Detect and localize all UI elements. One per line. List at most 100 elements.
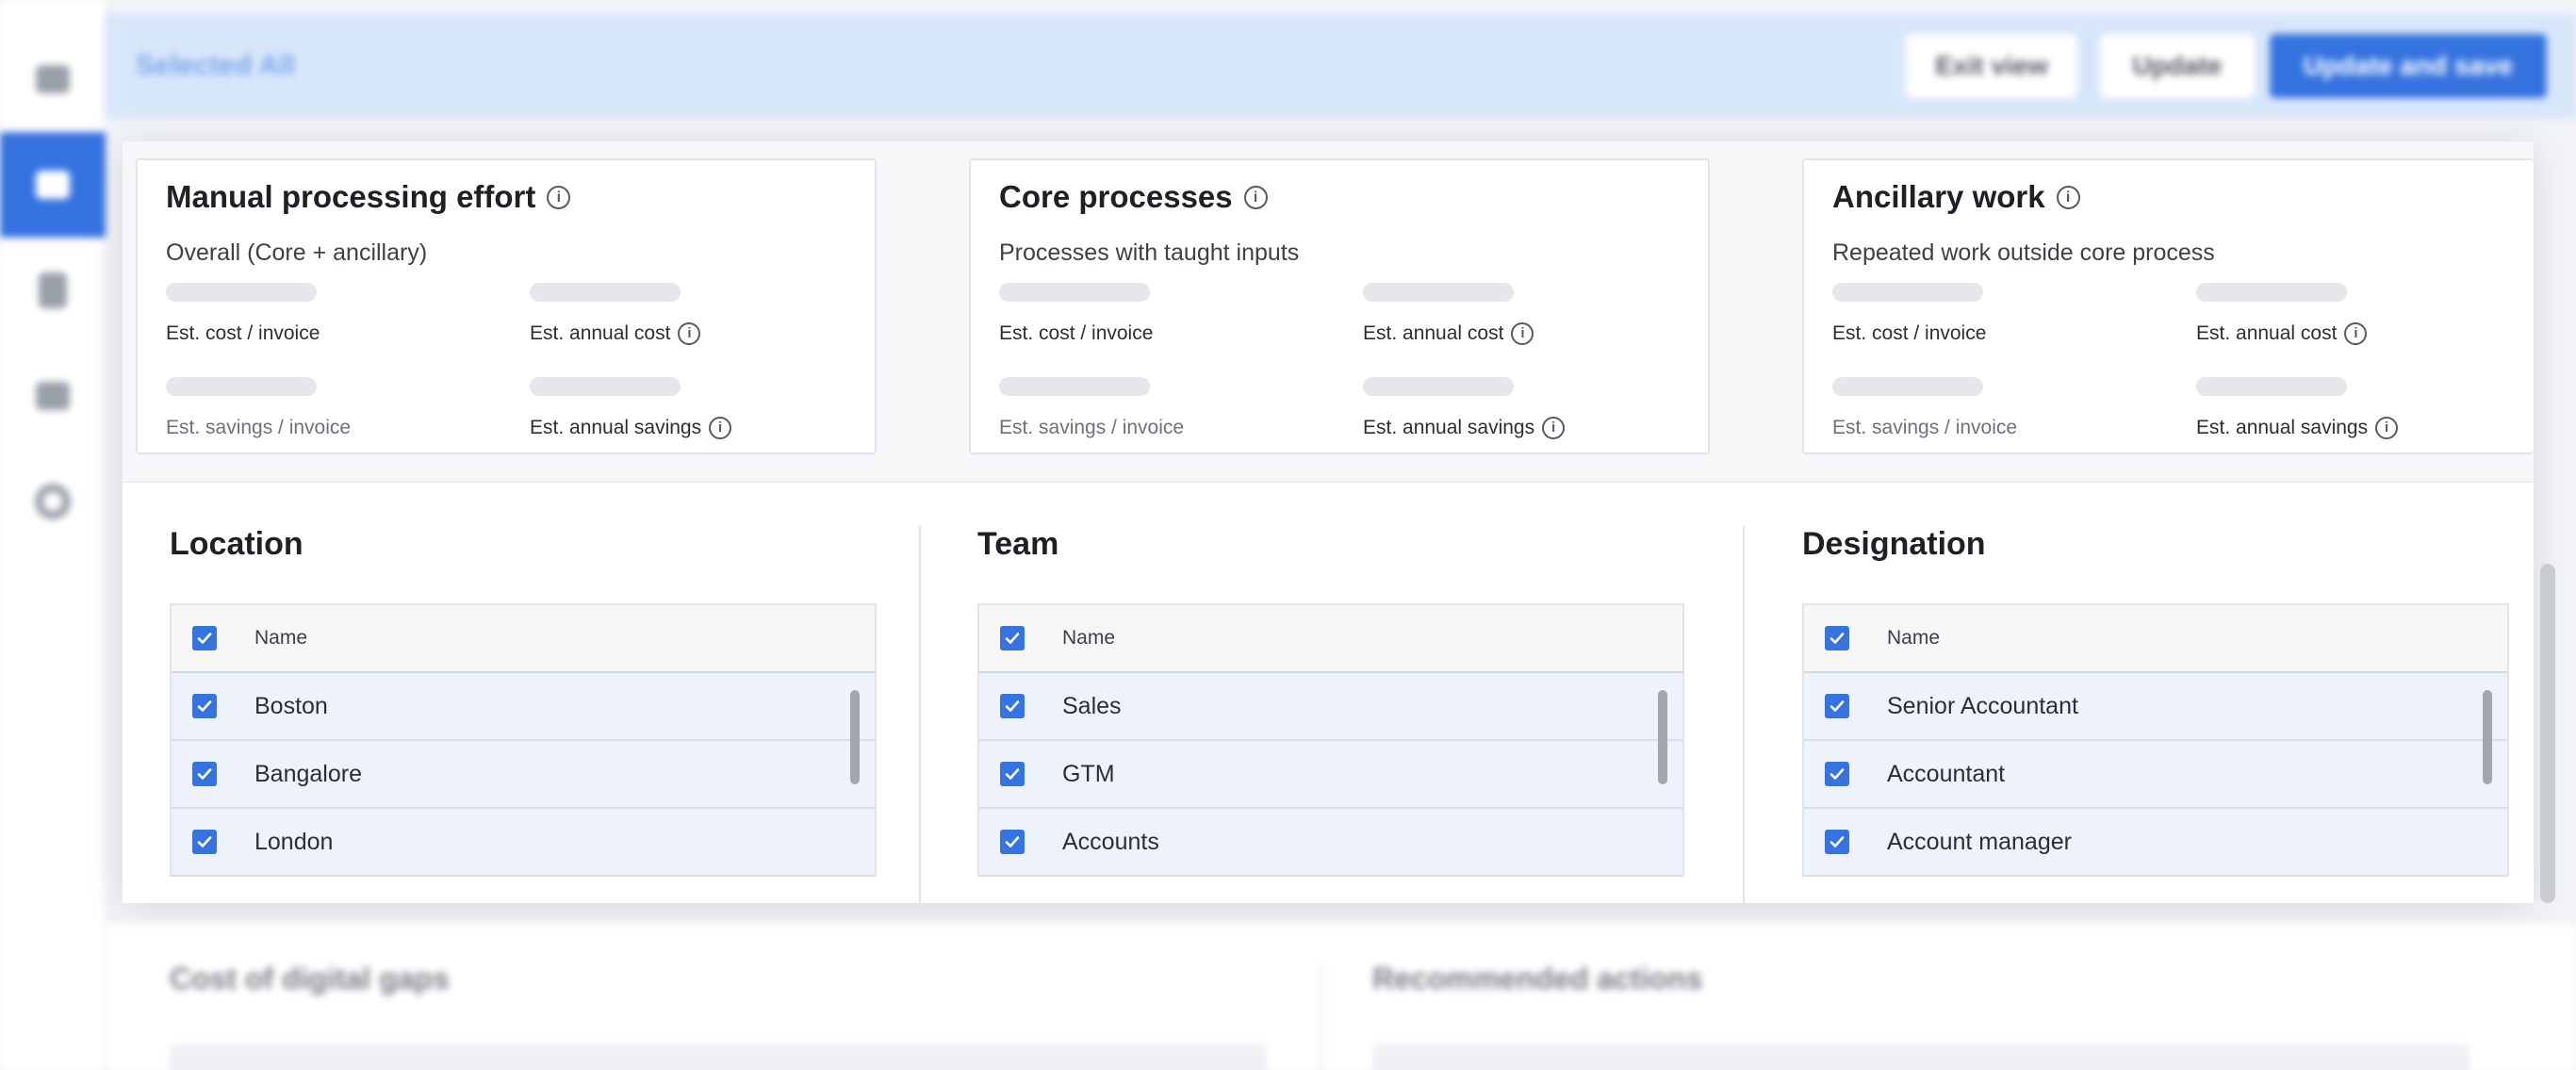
row-checkbox[interactable] xyxy=(1825,694,1849,718)
row-label: Bangalore xyxy=(254,760,362,787)
row-checkbox[interactable] xyxy=(1000,694,1025,718)
metric-label: Est. annual cost i xyxy=(2196,322,2368,345)
list-scrollbar[interactable] xyxy=(2483,690,2492,784)
table-row[interactable]: Accounts xyxy=(979,809,1682,877)
info-icon[interactable]: i xyxy=(2375,417,2399,439)
row-checkbox[interactable] xyxy=(192,762,217,786)
loading-skeleton xyxy=(999,377,1150,396)
card-subtitle: Repeated work outside core process xyxy=(1832,239,2215,266)
select-all-checkbox[interactable] xyxy=(1000,626,1025,650)
table-row[interactable]: GTM xyxy=(979,741,1682,809)
metric-annual-savings: Est. annual savings i xyxy=(1363,377,1683,453)
filter-table: Name Senior Accountant Accountant Accoun… xyxy=(1802,603,2509,877)
metric-annual-savings: Est. annual savings i xyxy=(530,377,850,453)
summary-cards: Manual processing effort i Overall (Core… xyxy=(123,141,2534,483)
metric-label: Est. savings / invoice xyxy=(999,417,1185,438)
info-icon[interactable]: i xyxy=(678,322,701,345)
loading-skeleton xyxy=(2196,377,2347,396)
gear-icon xyxy=(35,484,71,519)
sidebar-item-grid[interactable] xyxy=(0,343,106,449)
row-checkbox[interactable] xyxy=(192,830,217,854)
metric-label: Est. cost / invoice xyxy=(999,322,1154,344)
exit-view-button[interactable]: Exit view xyxy=(1906,34,2077,98)
list-scrollbar[interactable] xyxy=(850,690,860,784)
table-row[interactable]: Senior Accountant xyxy=(1804,673,2507,741)
table-row[interactable]: Boston xyxy=(172,673,875,741)
section-title-digital-gaps: Cost of digital gaps xyxy=(170,962,450,996)
card-title: Ancillary work i xyxy=(1832,179,2080,215)
filter-title: Designation xyxy=(1802,526,1986,562)
loading-skeleton xyxy=(2196,283,2347,302)
table-row[interactable]: Account manager xyxy=(1804,809,2507,877)
info-icon[interactable]: i xyxy=(1243,185,1268,209)
info-icon[interactable]: i xyxy=(2344,322,2368,345)
metric-annual-cost: Est. annual cost i xyxy=(2196,283,2517,358)
table-header: Name xyxy=(1804,605,2507,673)
column-header: Name xyxy=(254,627,308,649)
table-row[interactable]: Accountant xyxy=(1804,741,2507,809)
row-checkbox[interactable] xyxy=(1825,762,1849,786)
update-button[interactable]: Update xyxy=(2100,34,2255,98)
bottom-section: Cost of digital gaps Recommended actions xyxy=(106,924,2576,1070)
filter-panel: Manual processing effort i Overall (Core… xyxy=(123,141,2534,903)
metric-label: Est. annual cost i xyxy=(530,322,701,345)
card-manual-processing: Manual processing effort i Overall (Core… xyxy=(136,158,877,454)
info-icon[interactable]: i xyxy=(709,417,732,439)
info-icon[interactable]: i xyxy=(2056,185,2080,209)
panel-scrollbar[interactable] xyxy=(2540,564,2555,903)
info-icon[interactable]: i xyxy=(547,185,571,209)
table-header: Name xyxy=(172,605,875,673)
metric-cost-invoice: Est. cost / invoice xyxy=(166,283,486,358)
card-subtitle: Processes with taught inputs xyxy=(999,239,1300,266)
filter-columns: Location Name Boston Bangalore London Te… xyxy=(123,483,2534,903)
row-checkbox[interactable] xyxy=(1825,830,1849,854)
sidebar xyxy=(0,0,106,1070)
card-title-text: Core processes xyxy=(999,179,1233,214)
row-checkbox[interactable] xyxy=(192,694,217,718)
metric-label: Est. savings / invoice xyxy=(166,417,352,438)
card-icon xyxy=(36,65,70,93)
update-and-save-button[interactable]: Update and save xyxy=(2270,34,2547,98)
row-label: Accounts xyxy=(1062,828,1159,855)
column-divider xyxy=(1743,526,1745,903)
loading-skeleton xyxy=(166,283,317,302)
loading-skeleton xyxy=(1832,283,1983,302)
metric-label: Est. annual savings i xyxy=(1363,417,1566,439)
select-all-checkbox[interactable] xyxy=(192,626,217,650)
column-divider xyxy=(919,526,921,903)
metric-cost-invoice: Est. cost / invoice xyxy=(1832,283,2153,358)
table-row[interactable]: London xyxy=(172,809,875,877)
select-all-checkbox[interactable] xyxy=(1825,626,1849,650)
row-checkbox[interactable] xyxy=(1000,830,1025,854)
row-label: Account manager xyxy=(1887,828,2072,855)
table-header: Name xyxy=(979,605,1682,673)
filter-designation: Designation Name Senior Accountant Accou… xyxy=(1802,483,2519,903)
section-title-recommended-actions: Recommended actions xyxy=(1372,962,1703,996)
grid-icon xyxy=(36,382,70,410)
row-label: Accountant xyxy=(1887,760,2006,787)
metric-label: Est. annual savings i xyxy=(2196,417,2399,439)
section-divider xyxy=(1320,962,1321,1070)
loading-skeleton xyxy=(999,283,1150,302)
row-label: Sales xyxy=(1062,692,1122,719)
metric-label: Est. annual cost i xyxy=(1363,322,1534,345)
table-row[interactable]: Sales xyxy=(979,673,1682,741)
sidebar-item-document[interactable] xyxy=(0,238,106,343)
info-icon[interactable]: i xyxy=(1511,322,1534,345)
sidebar-item-settings[interactable] xyxy=(0,449,106,554)
filter-table: Name Sales GTM Accounts xyxy=(977,603,1684,877)
loading-skeleton xyxy=(1363,283,1514,302)
selection-bar: Selected All Exit view Update Update and… xyxy=(106,13,2576,119)
table-row[interactable]: Bangalore xyxy=(172,741,875,809)
metric-label: Est. cost / invoice xyxy=(1832,322,1987,344)
loading-skeleton xyxy=(166,377,317,396)
list-scrollbar[interactable] xyxy=(1658,690,1667,784)
sidebar-item-card[interactable] xyxy=(0,26,106,132)
row-checkbox[interactable] xyxy=(1000,762,1025,786)
metric-label: Est. annual savings i xyxy=(530,417,732,439)
info-icon[interactable]: i xyxy=(1542,417,1566,439)
filter-team: Team Name Sales GTM Accounts xyxy=(977,483,1694,903)
filter-table: Name Boston Bangalore London xyxy=(170,603,877,877)
metric-savings-invoice: Est. savings / invoice xyxy=(999,377,1320,453)
sidebar-item-dashboard[interactable] xyxy=(0,132,106,238)
